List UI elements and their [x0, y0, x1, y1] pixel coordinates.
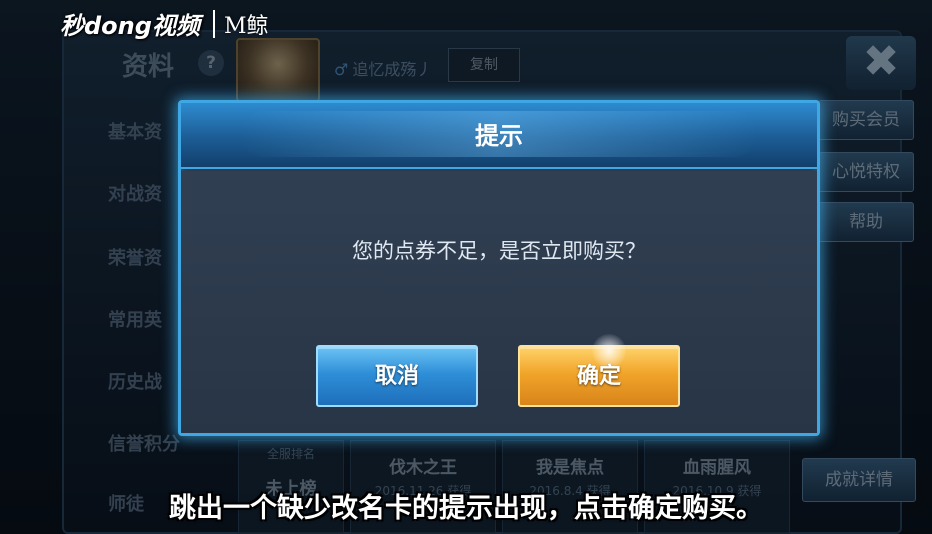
video-logo: 秒dong视频	[60, 12, 200, 40]
cancel-button[interactable]: 取消	[316, 345, 478, 407]
touch-indicator	[592, 334, 626, 368]
logo-divider	[213, 10, 215, 38]
dialog-header: 提示	[181, 103, 817, 169]
video-caption: 跳出一个缺少改名卡的提示出现，点击确定购买。	[169, 493, 763, 524]
dialog-title: 提示	[475, 122, 523, 150]
dialog-body: 您的点券不足，是否立即购买？ 取消 确定	[181, 171, 817, 433]
dialog-message: 您的点券不足，是否立即购买？	[352, 239, 646, 263]
prompt-dialog: 提示 您的点券不足，是否立即购买？ 取消 确定	[178, 100, 820, 436]
brand-logo: M鲸	[224, 14, 269, 39]
